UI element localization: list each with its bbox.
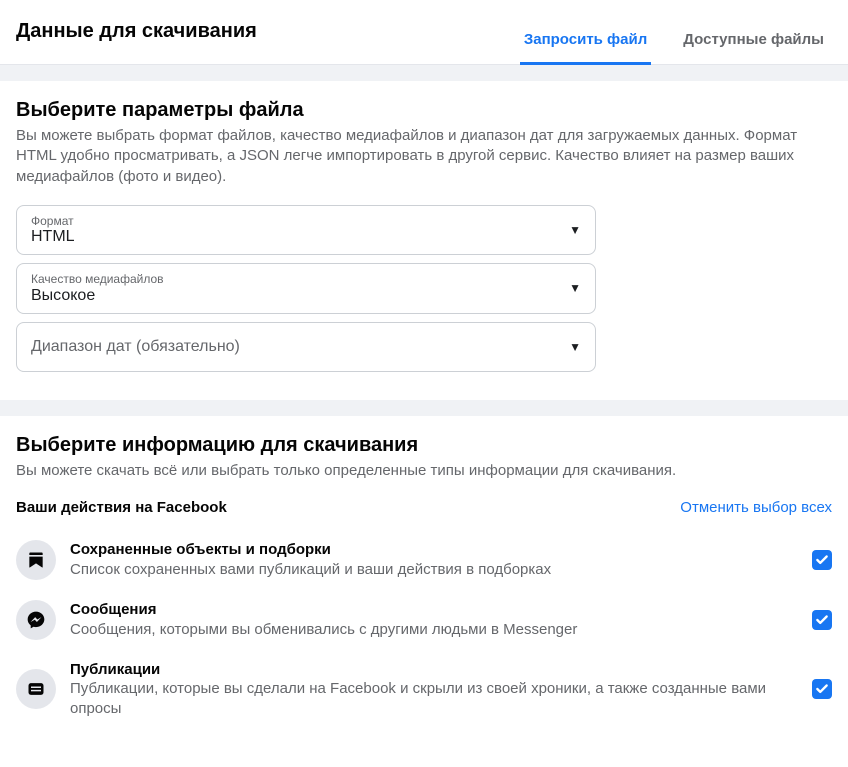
info-title: Выберите информацию для скачивания <box>16 434 832 457</box>
list-item: Сообщения Сообщения, которыми вы обменив… <box>16 590 832 650</box>
item-checkbox[interactable] <box>812 679 832 699</box>
info-section: Выберите информацию для скачивания Вы мо… <box>0 416 848 749</box>
section-divider <box>0 400 848 416</box>
info-desc: Вы можете скачать всё или выбрать только… <box>16 461 832 481</box>
tab-available-files[interactable]: Доступные файлы <box>679 17 828 65</box>
file-params-desc: Вы можете выбрать формат файлов, качеств… <box>16 126 832 187</box>
format-select[interactable]: Формат HTML ▼ <box>16 205 596 255</box>
format-label: Формат <box>31 214 75 228</box>
caret-down-icon: ▼ <box>569 281 581 295</box>
file-params-section: Выберите параметры файла Вы можете выбра… <box>0 81 848 400</box>
item-desc: Список сохраненных вами публикаций и ваш… <box>70 560 798 580</box>
quality-label: Качество медиафайлов <box>31 272 164 286</box>
subsection-title: Ваши действия на Facebook <box>16 499 227 516</box>
format-value: HTML <box>31 228 75 246</box>
page-title: Данные для скачивания <box>16 16 257 43</box>
deselect-all-link[interactable]: Отменить выбор всех <box>680 499 832 516</box>
item-title: Сообщения <box>70 600 798 620</box>
daterange-placeholder: Диапазон дат (обязательно) <box>31 338 240 356</box>
item-desc: Публикации, которые вы сделали на Facebo… <box>70 679 798 718</box>
bookmark-icon <box>16 540 56 580</box>
tabs: Запросить файл Доступные файлы <box>520 16 828 64</box>
quality-value: Высокое <box>31 287 164 305</box>
file-params-title: Выберите параметры файла <box>16 99 832 122</box>
subsection-header: Ваши действия на Facebook Отменить выбор… <box>16 499 832 516</box>
item-checkbox[interactable] <box>812 610 832 630</box>
posts-icon <box>16 669 56 709</box>
messenger-icon <box>16 600 56 640</box>
item-checkbox[interactable] <box>812 550 832 570</box>
header: Данные для скачивания Запросить файл Дос… <box>0 0 848 65</box>
list-item: Публикации Публикации, которые вы сделал… <box>16 650 832 729</box>
item-title: Публикации <box>70 660 798 680</box>
item-desc: Сообщения, которыми вы обменивались с др… <box>70 620 798 640</box>
section-divider <box>0 65 848 81</box>
daterange-select[interactable]: Диапазон дат (обязательно) ▼ <box>16 322 596 372</box>
list-item: Сохраненные объекты и подборки Список со… <box>16 530 832 590</box>
caret-down-icon: ▼ <box>569 223 581 237</box>
tab-request-file[interactable]: Запросить файл <box>520 17 651 65</box>
caret-down-icon: ▼ <box>569 340 581 354</box>
quality-select[interactable]: Качество медиафайлов Высокое ▼ <box>16 263 596 313</box>
item-title: Сохраненные объекты и подборки <box>70 540 798 560</box>
